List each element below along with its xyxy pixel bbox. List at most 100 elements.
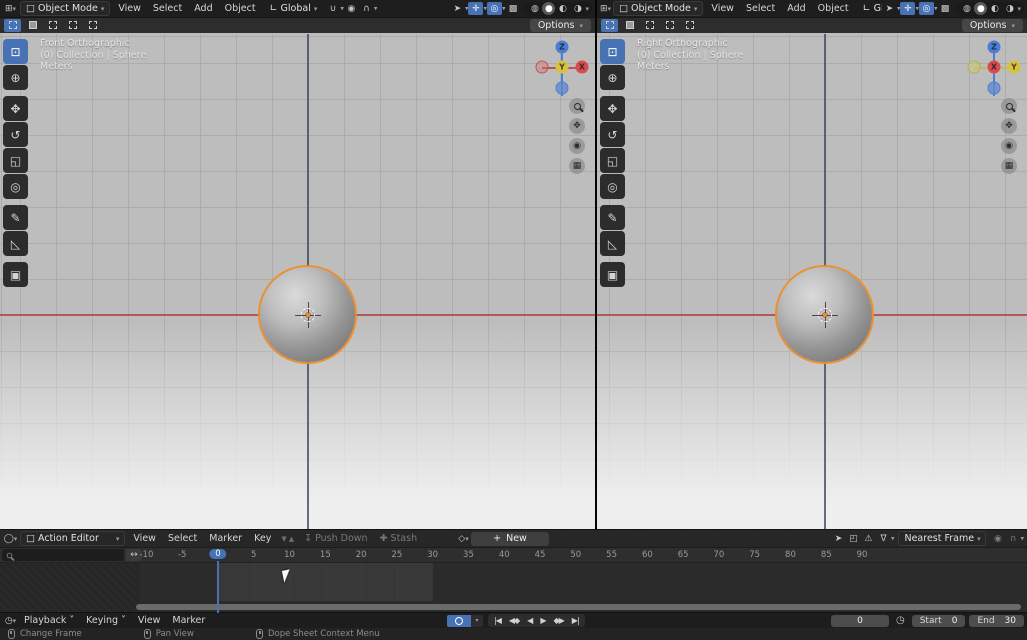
- navigation-gizmo[interactable]: ZXY: [971, 38, 1017, 100]
- stopwatch-icon[interactable]: ◷: [896, 615, 905, 626]
- shading-rendered-icon[interactable]: ◑: [570, 2, 585, 15]
- jump-to-start-button[interactable]: |◀: [490, 616, 505, 625]
- gizmo-axis-y-neg[interactable]: [968, 61, 981, 74]
- ruler-tick-45[interactable]: 45: [535, 550, 546, 560]
- toggle-perspective-icon[interactable]: ▦: [569, 158, 585, 174]
- navigation-gizmo[interactable]: ZYX: [539, 38, 585, 100]
- tool-measure[interactable]: ◺: [3, 231, 28, 256]
- viewport-right-canvas[interactable]: Right Orthographic (0) Collection | Sphe…: [597, 34, 1027, 529]
- editor-mode-dropdown[interactable]: □Action Editor▾: [20, 531, 125, 546]
- tool-rotate[interactable]: ↺: [3, 122, 28, 147]
- menu-marker[interactable]: Marker: [166, 615, 211, 626]
- tool-transform[interactable]: ◎: [600, 174, 625, 199]
- ruler-tick-30[interactable]: 30: [427, 550, 438, 560]
- show-overlays-icon[interactable]: ◎: [919, 2, 934, 15]
- object-type-visibility-icon[interactable]: ➤: [882, 2, 897, 15]
- falloff-curve-icon-dropdown[interactable]: ▾: [374, 5, 378, 13]
- end-frame-field[interactable]: End30: [969, 615, 1024, 627]
- options-button[interactable]: Options▾: [962, 19, 1023, 32]
- ruler-tick-80[interactable]: 80: [785, 550, 796, 560]
- menu-object[interactable]: Object: [812, 3, 855, 14]
- gizmo-axis-z-neg[interactable]: [988, 82, 1001, 95]
- pan-hand-icon[interactable]: ✥: [569, 118, 585, 134]
- menu-keying[interactable]: Keying ˅: [80, 615, 132, 626]
- tool-rotate[interactable]: ↺: [600, 122, 625, 147]
- gizmo-axis-x-neg[interactable]: [536, 61, 549, 74]
- ruler-tick-75[interactable]: 75: [749, 550, 760, 560]
- gizmo-axis-y-pos[interactable]: Y: [1008, 61, 1021, 74]
- select-mode-3-icon[interactable]: [64, 19, 81, 32]
- shading-dropdown-icon[interactable]: ▾: [585, 5, 589, 13]
- tool-select-box[interactable]: ⊡: [3, 39, 28, 64]
- menu-add[interactable]: Add: [188, 3, 218, 14]
- falloff-curve-icon[interactable]: ∩: [1005, 532, 1020, 545]
- menu-key[interactable]: Key: [248, 533, 277, 544]
- editor-type-icon[interactable]: ◯▾: [3, 532, 18, 545]
- show-overlays-icon[interactable]: ◎: [487, 2, 502, 15]
- previous-keyframe-button[interactable]: ◀◆: [505, 616, 523, 625]
- play-reverse-button[interactable]: ◀: [523, 616, 536, 625]
- gizmo-axis-x[interactable]: X: [988, 61, 1001, 74]
- timeline-ruler[interactable]: ↔ -10-5051015202530354045505560657075808…: [0, 548, 1027, 563]
- show-hidden-icon[interactable]: ◰: [846, 532, 861, 545]
- jump-to-end-button[interactable]: ▶|: [568, 616, 583, 625]
- ruler-tick-20[interactable]: 20: [356, 550, 367, 560]
- editor-type-icon[interactable]: ◷▾: [3, 614, 18, 627]
- playhead[interactable]: [217, 561, 219, 613]
- snapping-magnet-icon[interactable]: ∪: [325, 2, 340, 15]
- shading-solid-icon[interactable]: ●: [542, 2, 555, 15]
- ruler-tick-90[interactable]: 90: [857, 550, 868, 560]
- tool-measure[interactable]: ◺: [600, 231, 625, 256]
- shading-material-icon[interactable]: ◐: [555, 2, 570, 15]
- tool-scale[interactable]: ◱: [600, 148, 625, 173]
- tool-select-box[interactable]: ⊡: [600, 39, 625, 64]
- menu-add[interactable]: Add: [781, 3, 811, 14]
- menu-view[interactable]: View: [705, 3, 740, 14]
- editor-type-icon[interactable]: ⊞▾: [3, 2, 18, 15]
- menu-select[interactable]: Select: [740, 3, 781, 14]
- editor-type-icon[interactable]: ⊞▾: [600, 2, 611, 15]
- menu-select[interactable]: Select: [162, 533, 203, 544]
- shading-dropdown-icon[interactable]: ▾: [1017, 5, 1021, 13]
- menu-playback[interactable]: Playback ˅: [18, 615, 80, 626]
- falloff-curve-icon-dropdown[interactable]: ▾: [1020, 535, 1024, 543]
- select-mode-2-icon[interactable]: [44, 19, 61, 32]
- gizmo-axis-y[interactable]: Y: [556, 61, 569, 74]
- object-type-visibility-icon[interactable]: ➤: [450, 2, 465, 15]
- ruler-tick-25[interactable]: 25: [391, 550, 402, 560]
- dope-sheet-timeline[interactable]: ↔ -10-5051015202530354045505560657075808…: [0, 548, 1027, 613]
- ruler-tick-50[interactable]: 50: [570, 550, 581, 560]
- ruler-tick-65[interactable]: 65: [678, 550, 689, 560]
- push-down-button[interactable]: ↧Push Down: [298, 533, 373, 544]
- new-action-button[interactable]: +New: [471, 532, 549, 546]
- mode-dropdown[interactable]: □Object Mode▾: [613, 1, 703, 16]
- toggle-xray-icon[interactable]: ▩: [937, 2, 952, 15]
- gizmo-axis-z-neg[interactable]: [556, 82, 569, 95]
- toggle-xray-icon[interactable]: ▩: [505, 2, 520, 15]
- tool-scale[interactable]: ◱: [3, 148, 28, 173]
- zoom-icon[interactable]: [569, 98, 585, 114]
- camera-view-icon[interactable]: ◉: [569, 138, 585, 154]
- sphere-object[interactable]: [260, 267, 355, 362]
- select-mode-3-icon[interactable]: [661, 19, 678, 32]
- ruler-tick-35[interactable]: 35: [463, 550, 474, 560]
- snapping-dropdown[interactable]: Nearest Frame▾: [898, 531, 986, 546]
- horizontal-scrollbar[interactable]: [136, 604, 1021, 610]
- tool-move[interactable]: ✥: [3, 96, 28, 121]
- tool-annotate[interactable]: ✎: [600, 205, 625, 230]
- shading-wireframe-icon[interactable]: ◍: [527, 2, 542, 15]
- tool-cursor[interactable]: ⊕: [600, 65, 625, 90]
- dope-sheet-tracks[interactable]: [0, 563, 1027, 613]
- tool-cursor[interactable]: ⊕: [3, 65, 28, 90]
- show-gizmo-icon[interactable]: ✛: [900, 2, 915, 15]
- browse-action-up-icon[interactable]: ▲: [289, 535, 294, 543]
- select-mode-1-icon[interactable]: [621, 19, 638, 32]
- channel-list-region[interactable]: [0, 563, 140, 613]
- options-button[interactable]: Options▾: [530, 19, 591, 32]
- transform-orientation-dropdown[interactable]: ∟Global▾: [857, 1, 882, 16]
- falloff-curve-icon[interactable]: ∩: [359, 2, 374, 15]
- only-show-selected-icon[interactable]: ➤: [831, 532, 846, 545]
- menu-view[interactable]: View: [127, 533, 162, 544]
- ruler-tick-15[interactable]: 15: [320, 550, 331, 560]
- action-datablock-icon[interactable]: ◇▾: [456, 532, 471, 545]
